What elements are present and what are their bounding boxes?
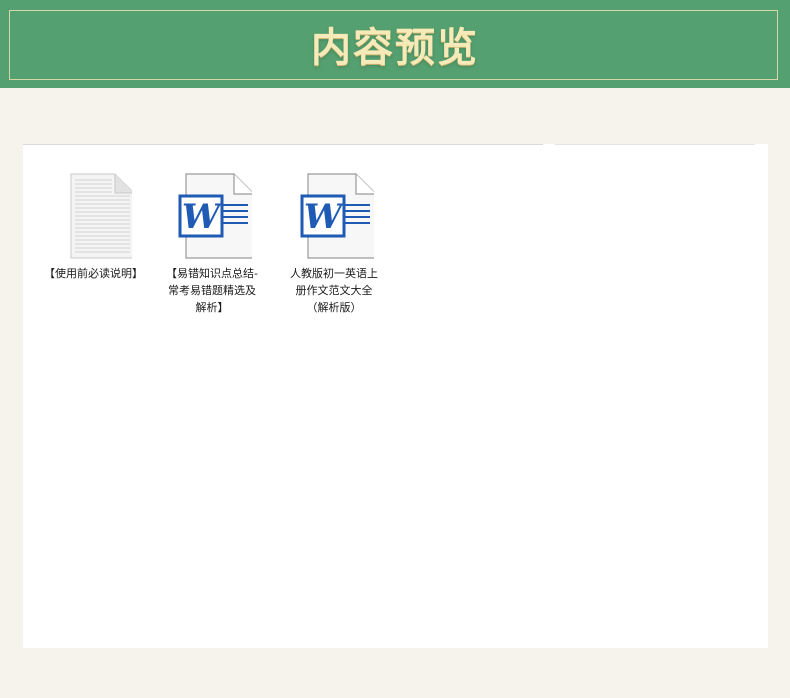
- file-label: 人教版初一英语上册作文范文大全（解析版）: [290, 267, 378, 314]
- file-label: 【易错知识点总结-常考易错题精选及解析】: [166, 267, 258, 314]
- svg-text:W: W: [304, 197, 345, 237]
- file-item-error-summary[interactable]: W 【易错知识点总结-常考易错题精选及解析】: [162, 172, 262, 316]
- file-item-essay-collection[interactable]: W 人教版初一英语上册作文范文大全（解析版）: [284, 172, 384, 316]
- word-document-icon: W: [178, 173, 252, 259]
- file-label: 【使用前必读说明】: [44, 267, 143, 280]
- panel-divider: [23, 144, 543, 145]
- word-document-icon: W: [300, 173, 374, 259]
- file-item-usage-notes[interactable]: 【使用前必读说明】: [42, 172, 143, 282]
- text-document-icon: [70, 173, 132, 259]
- panel-divider: [555, 144, 755, 145]
- svg-text:W: W: [182, 197, 223, 237]
- page-title: 内容预览: [311, 24, 479, 71]
